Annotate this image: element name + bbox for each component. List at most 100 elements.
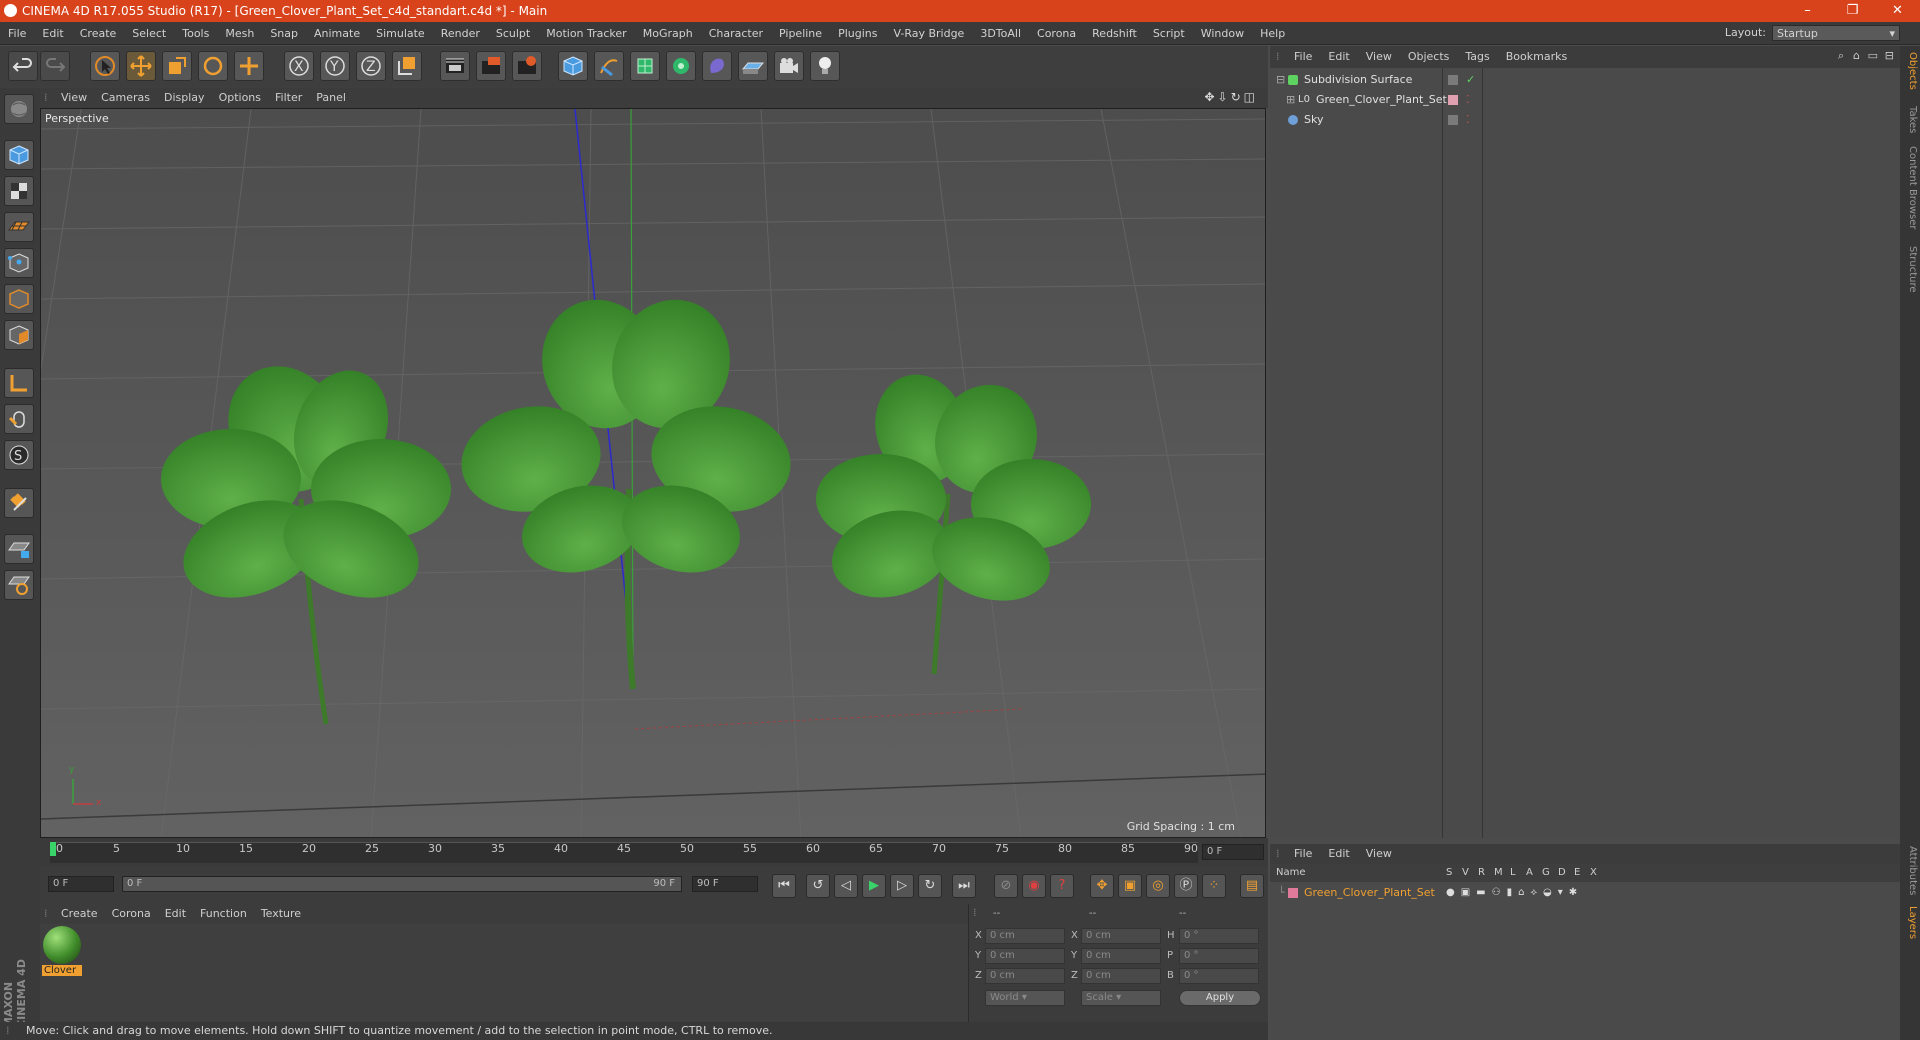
menu-3dtoall[interactable]: 3DToAll [972,22,1029,45]
move-icon[interactable] [126,51,156,81]
next-key-icon[interactable]: ↻ [918,874,942,898]
menu-animate[interactable]: Animate [306,22,368,45]
render-settings-icon[interactable] [512,51,542,81]
size-mode-dropdown[interactable]: Scale ▾ [1081,990,1161,1006]
key-pla-icon[interactable]: ⁘ [1202,874,1226,898]
snap-icon[interactable]: S [4,440,34,470]
collapse-icon[interactable]: ⊟ [1276,70,1285,90]
mograph-cloner-icon[interactable] [666,51,696,81]
play-icon[interactable]: ▶ [862,874,886,898]
menu-tools[interactable]: Tools [174,22,217,45]
position-x-field[interactable]: 0 cm [985,928,1065,944]
panel-menu-icon[interactable]: ⊟ [1885,49,1894,62]
keyframe-selection-icon[interactable]: ? [1050,874,1074,898]
perspective-viewport[interactable]: y x Perspective Grid Spacing : 1 cm [40,108,1266,838]
menu-create[interactable]: Create [72,22,125,45]
menu-script[interactable]: Script [1145,22,1193,45]
tab-layers[interactable]: Layers [1902,906,1918,939]
floor-icon[interactable] [738,51,768,81]
objects-menu-tags[interactable]: Tags [1457,46,1497,68]
objects-menu-view[interactable]: View [1358,46,1400,68]
rotation-b-field[interactable]: 0 ° [1179,968,1259,984]
tab-objects[interactable]: Objects [1902,52,1918,90]
minimize-button[interactable]: – [1785,0,1830,22]
timeline-window-icon[interactable]: ▤ [1240,874,1264,898]
menu-render[interactable]: Render [433,22,488,45]
menu-character[interactable]: Character [701,22,771,45]
tweak-mode-icon[interactable] [4,404,34,434]
axis-mode-icon[interactable] [4,368,34,398]
edges-mode-icon[interactable] [4,284,34,314]
menu-pipeline[interactable]: Pipeline [771,22,830,45]
key-position-icon[interactable]: ✥ [1090,874,1114,898]
material-menu-create[interactable]: Create [54,904,105,924]
rotation-p-field[interactable]: 0 ° [1179,948,1259,964]
tab-content-browser[interactable]: Content Browser [1902,146,1918,229]
layer-row[interactable]: └ Green_Clover_Plant_Set ●▣▬⚇▮⌂⟡◒▾✱ [1270,884,1900,902]
key-parameter-icon[interactable]: Ⓟ [1174,874,1198,898]
menu-plugins[interactable]: Plugins [830,22,885,45]
render-view-icon[interactable] [440,51,470,81]
menu-help[interactable]: Help [1252,22,1293,45]
menu-corona[interactable]: Corona [1029,22,1084,45]
subdivision-icon[interactable] [630,51,660,81]
start-frame-field[interactable]: 0 F [48,876,114,892]
viewport-menu-display[interactable]: Display [157,88,212,108]
tab-attributes[interactable]: Attributes [1902,846,1918,895]
live-select-icon[interactable] [234,51,264,81]
rotate-icon[interactable] [198,51,228,81]
model-mode-icon[interactable] [4,140,34,170]
viewport-menu-cameras[interactable]: Cameras [94,88,157,108]
menu-snap[interactable]: Snap [262,22,306,45]
menu-motion-tracker[interactable]: Motion Tracker [538,22,634,45]
object-row-subdivision-surface[interactable]: ⊟ Subdivision Surface ✓ [1270,70,1900,90]
pen-spline-icon[interactable] [594,51,624,81]
objects-menu-file[interactable]: File [1286,46,1320,68]
texture-mode-icon[interactable] [4,176,34,206]
current-frame-field[interactable]: 0 F [1202,844,1264,860]
menu-mograph[interactable]: MoGraph [635,22,701,45]
search-icon[interactable]: ⌕ [1838,49,1844,63]
menu-window[interactable]: Window [1193,22,1252,45]
size-z-field[interactable]: 0 cm [1081,968,1161,984]
visibility-dots-icon[interactable]: ⁚ [1466,110,1470,130]
tab-structure[interactable]: Structure [1902,246,1918,293]
objects-menu-edit[interactable]: Edit [1320,46,1357,68]
record-position-icon[interactable]: ⊘ [994,874,1018,898]
menu-mesh[interactable]: Mesh [217,22,262,45]
tab-takes[interactable]: Takes [1902,106,1918,133]
material-menu-corona[interactable]: Corona [105,904,158,924]
viewport-menu-filter[interactable]: Filter [268,88,309,108]
viewport-menu-panel[interactable]: Panel [309,88,353,108]
z-axis-icon[interactable]: Z [356,51,386,81]
menu-simulate[interactable]: Simulate [368,22,433,45]
menu-sculpt[interactable]: Sculpt [488,22,538,45]
viewport-navigation-icons[interactable]: ✥⇩↻◫ [1204,90,1258,104]
camera-icon[interactable] [774,51,804,81]
menu-select[interactable]: Select [124,22,174,45]
go-to-start-icon[interactable]: ⏮ [772,874,796,898]
x-axis-icon[interactable]: X [284,51,314,81]
coordinate-system-dropdown[interactable]: World ▾ [985,990,1065,1006]
go-to-end-icon[interactable]: ⏭ [952,874,976,898]
material-menu-texture[interactable]: Texture [254,904,308,924]
world-coord-icon[interactable] [392,51,422,81]
rotation-h-field[interactable]: 0 ° [1179,928,1259,944]
position-z-field[interactable]: 0 cm [985,968,1065,984]
apply-button[interactable]: Apply [1179,990,1261,1006]
layers-menu-file[interactable]: File [1286,844,1320,864]
visibility-dots-icon[interactable]: ⁚ [1466,90,1470,110]
menu-redshift[interactable]: Redshift [1084,22,1145,45]
previous-key-icon[interactable]: ↺ [806,874,830,898]
cube-icon[interactable] [558,51,588,81]
make-editable-icon[interactable] [4,94,34,124]
layer-flags-icons[interactable]: ●▣▬⚇▮⌂⟡◒▾✱ [1446,884,1583,902]
layers-menu-view[interactable]: View [1358,844,1400,864]
menu-file[interactable]: File [0,22,34,45]
layout-dropdown[interactable]: Startup ▾ [1772,25,1900,41]
layers-menu-edit[interactable]: Edit [1320,844,1357,864]
timeline-ruler[interactable]: 0 5 10 15 20 25 30 35 40 45 50 55 60 65 … [40,838,1268,866]
maximize-button[interactable]: ❐ [1830,0,1875,22]
viewport-menu-view[interactable]: View [54,88,94,108]
redo-icon[interactable] [40,51,70,81]
